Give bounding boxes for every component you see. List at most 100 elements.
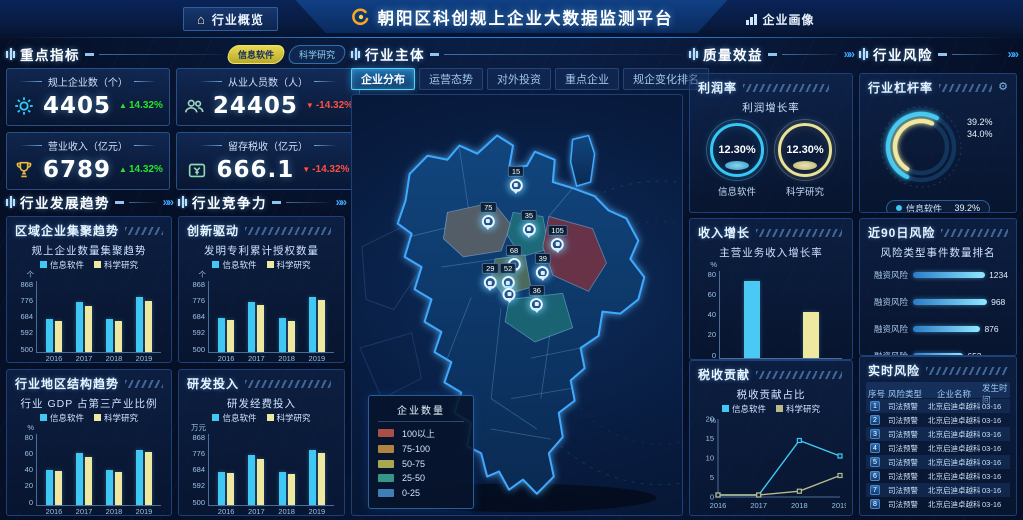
stat-card-employees: 从业人员数（人） 24405 -14.32% [176,68,360,126]
industry-main-body-section: 行业主体 企业分布运营态势对外投资重点企业规企变化排名 [351,44,683,516]
bar [248,455,255,505]
header-title-band: 朝阳区科创规上企业大数据监测平台 [296,0,728,33]
tab-企业分布[interactable]: 企业分布 [351,68,415,90]
dev-trend-title: 行业发展趋势 [20,192,110,212]
gear-icon[interactable]: ⚙ [998,82,1008,93]
hbar-row: 融资风险 1234 [868,269,1008,281]
map-legend-item: 25-50 [378,473,464,483]
pin-icon [482,215,495,228]
more-arrows-icon[interactable]: »» [842,47,853,61]
key-metrics-section: 重点指标 信息软件科学研究 规上企业数（个） 4405 14.32% 从业人员数… [6,44,345,190]
nav-enterprise-portrait[interactable]: 企业画像 [732,7,829,31]
bar [46,319,53,352]
map-marker[interactable]: 15 [508,166,524,197]
tax-share-chart: 税收贡献占比 信息软件科学研究%051015202016201720182019 [696,386,846,511]
legend-item: 信息软件 [40,259,84,271]
panel-revenue-growth: 收入增长 主营业务收入增长率 %806040200 20182019 [689,218,853,360]
competitiveness-section: 行业竞争力 »» 创新驱动 发明专利累计授权数量信息软件科学研究 个868776… [178,192,345,516]
hatch-decoration [939,84,992,92]
trophy-icon [13,159,35,181]
toggle-信息软件[interactable]: 信息软件 [226,45,287,64]
risk-title: 行业风险 [873,44,933,64]
gauge-ring: 12.30% [710,123,764,177]
bar [227,473,234,505]
hatch-decoration [245,227,331,235]
panel-region-structure: 行业地区结构趋势 行业 GDP 占第三产业比例信息软件科学研究 %8060402… [6,369,172,516]
table-row[interactable]: 2 司法预警 北京启迪卓越科技有限公司 03-16 [866,413,1010,427]
map-legend-item: 0-25 [378,488,464,498]
tab-对外投资[interactable]: 对外投资 [487,68,551,90]
key-metrics-title: 重点指标 [20,44,80,64]
gauge-ring: 12.30% [778,123,832,177]
bar [145,301,152,352]
platform-logo-icon [350,7,370,27]
bar [76,302,83,352]
competitiveness-title: 行业竞争力 [192,192,267,212]
main-body-tabs: 企业分布运营态势对外投资重点企业规企变化排名 [351,68,683,90]
nav-industry-overview[interactable]: ⌂ 行业概览 [183,7,278,31]
map-marker[interactable]: 75 [480,202,496,233]
tab-运营态势[interactable]: 运营态势 [419,68,483,90]
tab-重点企业[interactable]: 重点企业 [555,68,619,90]
bar [115,321,122,352]
table-row[interactable]: 3 司法预警 北京启迪卓越科技有限公司 03-16 [866,427,1010,441]
table-row[interactable]: 6 司法预警 北京启迪卓越科技有限公司 03-16 [866,469,1010,483]
pin-icon [510,179,523,192]
svg-text:2016: 2016 [710,501,727,510]
hbar-row: 融资风险 968 [868,296,1008,308]
district-map-panel: 1575351056839295236 企业数量 100以上75-10050-7… [351,94,683,516]
hbar-fill [913,299,987,305]
svg-text:20: 20 [706,415,714,424]
map-legend-item: 75-100 [378,444,464,454]
table-row[interactable]: 5 司法预警 北京启迪卓越科技有限公司 03-16 [866,455,1010,469]
hatch-decoration [245,380,331,388]
map-marker[interactable] [503,288,516,306]
map-marker[interactable]: 29 [482,263,498,294]
map-marker[interactable]: 36 [529,285,545,316]
panel-region-cluster: 区域企业集聚趋势 规上企业数量集聚趋势信息软件科学研究 个86877668459… [6,216,172,363]
table-row[interactable]: 4 司法预警 北京启迪卓越科技有限公司 03-16 [866,441,1010,455]
section-marker-icon [351,48,360,60]
home-icon: ⌂ [197,13,206,26]
hbar-fill [913,326,980,332]
hatch-decoration [743,84,829,92]
bar [85,457,92,505]
page-title: 朝阳区科创规上企业大数据监测平台 [378,5,674,29]
toggle-科学研究[interactable]: 科学研究 [287,45,348,64]
table-header: 序号风险类型企业名称发生时间 [866,382,1010,398]
map-marker[interactable]: 39 [535,253,551,284]
section-marker-icon [6,196,15,208]
bar [309,297,316,352]
table-row[interactable]: 1 司法预警 北京启迪卓越科技有限公司 03-16 [866,399,1010,413]
more-arrows-icon[interactable]: »» [334,195,345,209]
bar [136,297,143,352]
pin-icon [503,288,516,301]
svg-text:15: 15 [706,434,714,443]
bar [288,474,295,505]
map-marker[interactable]: 35 [521,210,537,241]
table-row[interactable]: 7 司法预警 北京启迪卓越科技有限公司 03-16 [866,483,1010,497]
hatch-decoration [941,229,1008,237]
more-arrows-icon[interactable]: »» [161,195,172,209]
legend-item: 科学研究 [94,259,138,271]
more-arrows-icon[interactable]: »» [1006,47,1017,61]
bar [145,452,152,505]
revenue-growth-chart: 主营业务收入增长率 %806040200 20182019 [696,244,846,355]
table-row[interactable]: 8 司法预警 北京启迪卓越科技有限公司 03-16 [866,497,1010,511]
panel-profit-rate: 利润率 利润增长率 12.30% 信息软件 12.30% 科学研究 [689,73,853,213]
svg-text:34.0%: 34.0% [967,129,993,139]
industry-toggle-group: 信息软件科学研究 [228,45,345,64]
bar [85,306,92,352]
app-header: ⌂ 行业概览 朝阳区科创规上企业大数据监测平台 企业画像 [0,0,1023,38]
bar [318,453,325,505]
legend-item: 信息软件 [212,259,256,271]
pin-icon [484,276,497,289]
bar [227,320,234,352]
hbar-fill [913,272,985,278]
cluster-trend-chart: 规上企业数量集聚趋势信息软件科学研究 个868776684592500 2016… [13,242,165,358]
hbar-row: 融资风险 876 [868,323,1008,335]
realtime-risk-table: 序号风险类型企业名称发生时间 1 司法预警 北京启迪卓越科技有限公司 03-16… [860,382,1016,515]
bar [803,312,819,358]
map-marker[interactable]: 105 [547,225,568,256]
bar [744,281,760,358]
